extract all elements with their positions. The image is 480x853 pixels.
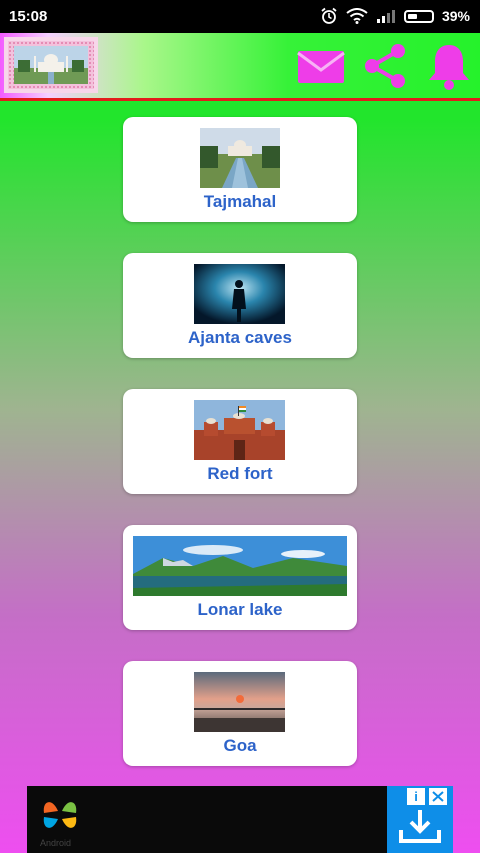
- alarm-icon: [321, 7, 337, 24]
- lonar-lake-image: [133, 536, 347, 596]
- battery-percent: 39%: [441, 8, 470, 24]
- info-icon: i: [414, 789, 418, 804]
- place-label: Goa: [223, 736, 257, 755]
- share-icon[interactable]: [360, 41, 410, 91]
- signal-icon: [376, 10, 395, 23]
- ad-logo-text: Android: [40, 838, 72, 848]
- wifi-icon: [346, 8, 368, 24]
- ad-download-button[interactable]: i: [387, 786, 453, 853]
- android-logo-icon: [43, 802, 77, 828]
- place-label: Lonar lake: [197, 600, 283, 619]
- place-label: Red fort: [207, 464, 273, 483]
- app-bar: [0, 33, 480, 101]
- ajanta-caves-image: [194, 264, 285, 324]
- status-icons: 39%: [320, 7, 470, 25]
- place-label: Tajmahal: [203, 192, 277, 211]
- status-time: 15:08: [9, 8, 48, 25]
- place-card-tajmahal[interactable]: Tajmahal: [123, 117, 357, 222]
- download-icon: [399, 810, 441, 843]
- battery-icon: [403, 9, 434, 23]
- place-card-ajanta-caves[interactable]: Ajanta caves: [123, 253, 357, 358]
- place-label: Ajanta caves: [188, 328, 292, 347]
- taj-thumbnail: [14, 46, 88, 84]
- bell-icon[interactable]: [424, 41, 474, 91]
- place-card-lonar-lake[interactable]: Lonar lake: [123, 525, 357, 630]
- goa-image: [194, 672, 285, 732]
- mail-icon[interactable]: [296, 41, 346, 91]
- app-logo[interactable]: [4, 37, 98, 93]
- status-bar: 15:08 39%: [0, 0, 480, 33]
- place-card-red-fort[interactable]: Red fort: [123, 389, 357, 494]
- place-card-goa[interactable]: Goa: [123, 661, 357, 766]
- red-fort-image: [194, 400, 285, 460]
- tajmahal-image: [200, 128, 280, 188]
- ad-banner[interactable]: Android i: [27, 786, 453, 853]
